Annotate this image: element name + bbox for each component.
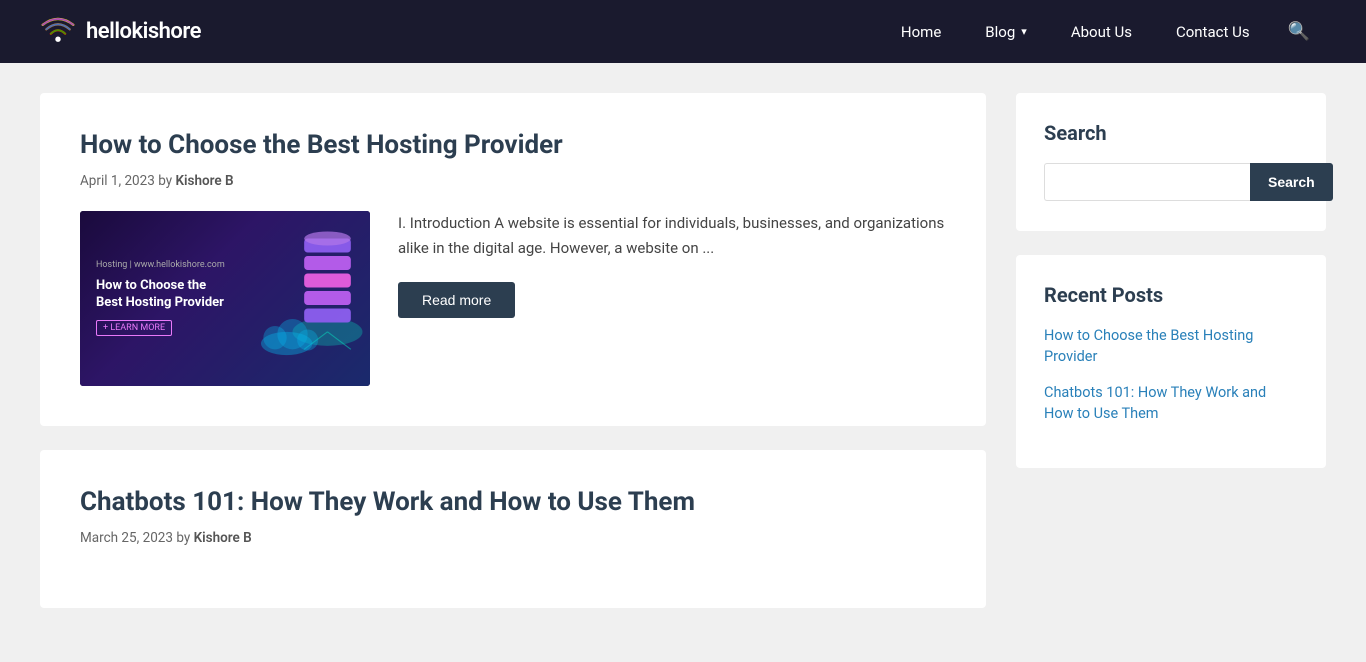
article-image-1: Hosting | www.hellokishore.com How to Ch… xyxy=(80,211,370,386)
search-input[interactable] xyxy=(1044,163,1250,201)
recent-posts-list: How to Choose the Best Hosting Provider … xyxy=(1044,325,1298,424)
article-excerpt-wrap-1: I. Introduction A website is essential f… xyxy=(398,211,946,318)
article-title-1: How to Choose the Best Hosting Provider xyxy=(80,129,946,163)
article-author-1[interactable]: Kishore B xyxy=(175,173,233,189)
nav-home[interactable]: Home xyxy=(879,0,963,63)
recent-post-link-2[interactable]: Chatbots 101: How They Work and How to U… xyxy=(1044,384,1266,422)
read-more-button-1[interactable]: Read more xyxy=(398,282,515,318)
img-site-label: Hosting | www.hellokishore.com xyxy=(96,260,225,270)
article-title-2: Chatbots 101: How They Work and How to U… xyxy=(80,486,946,520)
search-button[interactable]: Search xyxy=(1250,163,1333,201)
nav-blog[interactable]: Blog ▾ xyxy=(963,0,1049,63)
article-card-1: How to Choose the Best Hosting Provider … xyxy=(40,93,986,426)
recent-post-item-1: How to Choose the Best Hosting Provider xyxy=(1044,325,1298,368)
search-widget-title: Search xyxy=(1044,121,1298,145)
main-content: How to Choose the Best Hosting Provider … xyxy=(40,93,986,632)
recent-posts-title: Recent Posts xyxy=(1044,283,1298,307)
site-name: hellokishore xyxy=(86,19,201,44)
article-image-decoration xyxy=(240,221,370,361)
recent-post-link-1[interactable]: How to Choose the Best Hosting Provider xyxy=(1044,327,1253,365)
page-wrapper: How to Choose the Best Hosting Provider … xyxy=(0,63,1366,662)
sidebar: Search Search Recent Posts How to Choose… xyxy=(1016,93,1326,492)
nav-about[interactable]: About Us xyxy=(1049,0,1154,63)
article-meta-2: March 25, 2023 by Kishore B xyxy=(80,530,946,546)
logo-icon xyxy=(40,14,76,50)
nav-contact[interactable]: Contact Us xyxy=(1154,0,1272,63)
article-excerpt-1: I. Introduction A website is essential f… xyxy=(398,211,946,262)
recent-posts-widget: Recent Posts How to Choose the Best Host… xyxy=(1016,255,1326,468)
article-card-2: Chatbots 101: How They Work and How to U… xyxy=(40,450,986,608)
article-author-2[interactable]: Kishore B xyxy=(194,530,252,546)
recent-post-item-2: Chatbots 101: How They Work and How to U… xyxy=(1044,382,1298,425)
blog-dropdown-arrow: ▾ xyxy=(1021,25,1027,38)
nav-links: Home Blog ▾ About Us Contact Us 🔍 xyxy=(879,0,1326,63)
search-widget: Search Search xyxy=(1016,93,1326,231)
site-logo[interactable]: hellokishore xyxy=(40,14,201,50)
navbar: hellokishore Home Blog ▾ About Us Contac… xyxy=(0,0,1366,63)
img-title: How to Choose the Best Hosting Provider xyxy=(96,278,226,312)
nav-search-icon[interactable]: 🔍 xyxy=(1272,0,1326,63)
img-learn-more: + LEARN MORE xyxy=(96,320,172,336)
article-body-1: Hosting | www.hellokishore.com How to Ch… xyxy=(80,211,946,386)
search-form: Search xyxy=(1044,163,1298,201)
article-meta-1: April 1, 2023 by Kishore B xyxy=(80,173,946,189)
